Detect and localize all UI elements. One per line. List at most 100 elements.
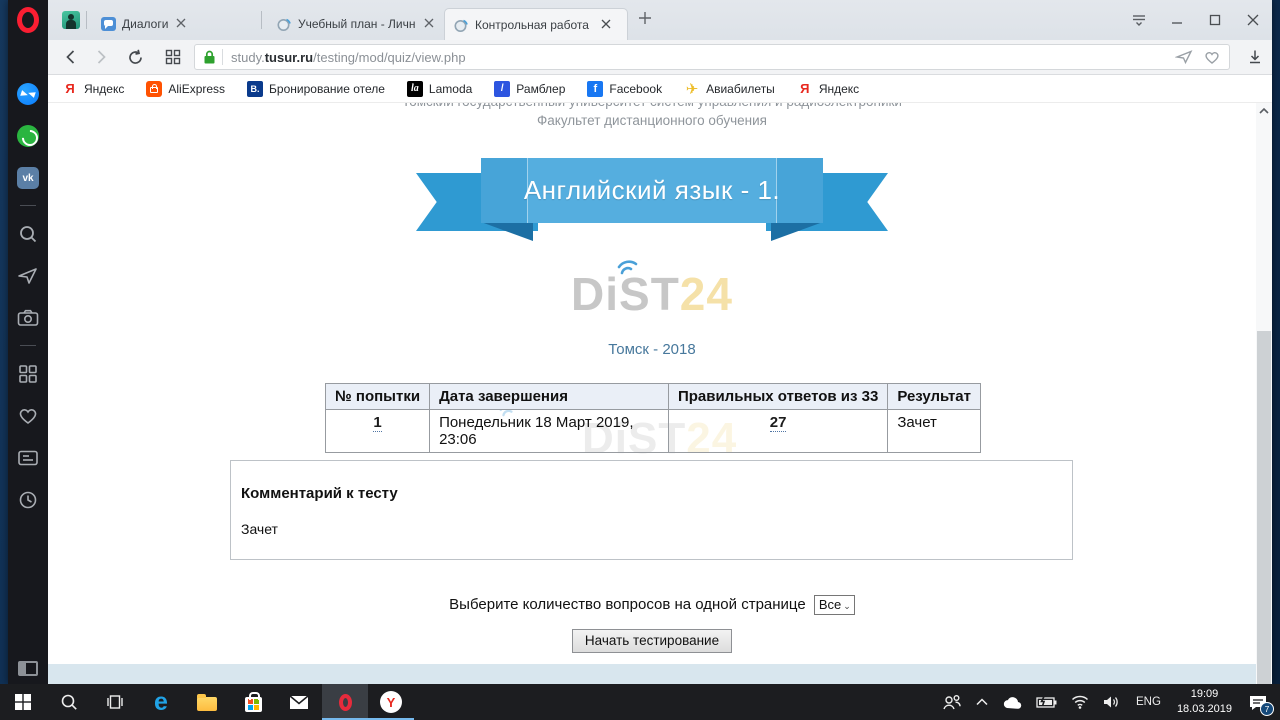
lamoda-icon: la <box>407 81 423 97</box>
city-year: Томск - 2018 <box>48 341 1256 358</box>
dist24-favicon <box>276 16 292 32</box>
notification-badge: 7 <box>1260 702 1274 716</box>
attempt-link[interactable]: 1 <box>373 414 381 432</box>
yandex-icon: Я <box>62 81 78 96</box>
clock-date[interactable]: 19:09 18.03.2019 <box>1169 687 1240 717</box>
microsoft-store-icon[interactable] <box>230 684 276 720</box>
language-indicator[interactable]: ENG <box>1128 696 1169 708</box>
history-clock-icon[interactable] <box>8 479 48 521</box>
tab-separator <box>261 11 262 29</box>
new-tab-button[interactable] <box>638 11 652 30</box>
share-flow-icon[interactable] <box>1175 49 1193 65</box>
close-tab-icon[interactable] <box>601 18 611 32</box>
downloads-icon[interactable] <box>1238 49 1272 65</box>
address-bar[interactable]: study.tusur.ru/testing/mod/quiz/view.php <box>194 44 1230 70</box>
taskbar-opera-icon[interactable] <box>322 684 368 720</box>
scroll-up-icon[interactable] <box>1259 107 1269 115</box>
forward-button[interactable] <box>86 43 116 71</box>
tab-menu-icon[interactable] <box>1120 0 1158 40</box>
wifi-icon[interactable] <box>1064 684 1096 720</box>
speed-dial-icon[interactable] <box>8 353 48 395</box>
url-text[interactable]: study.tusur.ru/testing/mod/quiz/view.php <box>231 50 466 65</box>
col-attempt: № попытки <box>326 384 430 410</box>
file-explorer-icon[interactable] <box>184 684 230 720</box>
tab-separator <box>86 11 87 29</box>
whatsapp-icon[interactable] <box>8 115 48 157</box>
search-tabs-icon[interactable] <box>8 213 48 255</box>
people-icon[interactable] <box>935 684 969 720</box>
sidebar-divider <box>20 205 36 206</box>
scrollbar-thumb[interactable] <box>1257 331 1271 684</box>
edge-icon[interactable]: e <box>138 684 184 720</box>
start-test-button[interactable]: Начать тестирование <box>572 629 732 653</box>
messenger-icon[interactable] <box>8 73 48 115</box>
chat-icon <box>101 17 116 31</box>
booking-icon: B. <box>247 81 263 97</box>
bookmark-heart-icon[interactable] <box>1203 49 1221 65</box>
attempt-date: Понедельник 18 Март 2019, 23:06 <box>430 410 669 453</box>
mail-icon[interactable] <box>276 684 322 720</box>
table-header-row: № попытки Дата завершения Правильных отв… <box>326 384 981 410</box>
date: 18.03.2019 <box>1177 702 1232 717</box>
close-window-button[interactable] <box>1234 0 1272 40</box>
action-center-icon[interactable]: 7 <box>1240 684 1280 720</box>
back-button[interactable] <box>56 43 86 71</box>
volume-icon[interactable] <box>1096 684 1128 720</box>
minimize-button[interactable] <box>1158 0 1196 40</box>
time: 19:09 <box>1177 687 1232 702</box>
secure-lock-icon[interactable] <box>203 50 216 65</box>
bookmark-lamoda[interactable]: laLamoda <box>407 81 472 97</box>
tab-dialogs[interactable]: Диалоги <box>93 8 255 40</box>
bookmark-yandex[interactable]: ЯЯндекс <box>62 81 124 96</box>
my-flow-icon[interactable] <box>8 255 48 297</box>
bookmark-booking[interactable]: B.Бронирование отеле <box>247 81 385 97</box>
comment-body: Зачет <box>241 521 1062 537</box>
maximize-button[interactable] <box>1196 0 1234 40</box>
opera-logo-icon[interactable] <box>17 7 39 33</box>
questions-per-page-select[interactable]: Все⌄ <box>814 595 855 615</box>
tray-chevron-icon[interactable] <box>969 684 995 720</box>
snapshot-camera-icon[interactable] <box>8 297 48 339</box>
vertical-scrollbar[interactable] <box>1256 103 1272 684</box>
taskbar-yandex-browser-icon[interactable]: Y <box>368 684 414 720</box>
close-tab-icon[interactable] <box>424 17 434 31</box>
personal-news-icon[interactable] <box>8 437 48 479</box>
col-result: Результат <box>888 384 981 410</box>
pinned-tab[interactable] <box>62 11 80 29</box>
tab-label: Диалоги <box>122 17 168 31</box>
bookmark-rambler[interactable]: /Рамблер <box>494 81 565 97</box>
attempts-table: № попытки Дата завершения Правильных отв… <box>325 383 981 453</box>
close-tab-icon[interactable] <box>176 17 186 31</box>
tab-label: Учебный план - Личный <box>298 17 416 31</box>
bookmarks-bar: ЯЯндекс AliExpress B.Бронирование отеле … <box>48 75 1272 103</box>
vk-icon[interactable]: vk <box>8 157 48 199</box>
tab-label: Контрольная работа по д <box>475 18 593 32</box>
task-view-icon[interactable] <box>92 684 138 720</box>
questions-per-page-label: Выберите количество вопросов на одной ст… <box>449 596 806 613</box>
sidebar-divider <box>20 345 36 346</box>
facebook-icon: f <box>587 81 603 97</box>
rambler-icon: / <box>494 81 510 97</box>
speed-dial-grid-icon[interactable] <box>158 43 188 71</box>
plane-icon: ✈ <box>684 80 700 98</box>
site-footer-strip <box>48 664 1256 684</box>
col-date: Дата завершения <box>430 384 669 410</box>
bookmark-aliexpress[interactable]: AliExpress <box>146 81 225 97</box>
onedrive-icon[interactable] <box>995 684 1029 720</box>
sidebar-panel-toggle-icon[interactable] <box>18 661 38 676</box>
correct-answers-link[interactable]: 27 <box>770 414 787 432</box>
tab-strip: Диалоги Учебный план - Личный Контрольна… <box>48 0 1272 40</box>
bookmark-avia[interactable]: ✈Авиабилеты <box>684 80 775 98</box>
tab-study-plan[interactable]: Учебный план - Личный <box>268 8 444 40</box>
comment-title: Комментарий к тесту <box>241 485 1062 502</box>
bookmark-facebook[interactable]: fFacebook <box>587 81 662 97</box>
battery-icon[interactable] <box>1029 684 1064 720</box>
tab-test-active[interactable]: Контрольная работа по д <box>444 8 628 40</box>
page-content: Томский государственный университет сист… <box>48 103 1256 684</box>
reload-button[interactable] <box>120 43 150 71</box>
bookmark-yandex-2[interactable]: ЯЯндекс <box>797 81 859 96</box>
taskbar-search-icon[interactable] <box>46 684 92 720</box>
start-button[interactable] <box>0 684 46 720</box>
col-correct: Правильных ответов из 33 <box>668 384 887 410</box>
bookmarks-heart-icon[interactable] <box>8 395 48 437</box>
